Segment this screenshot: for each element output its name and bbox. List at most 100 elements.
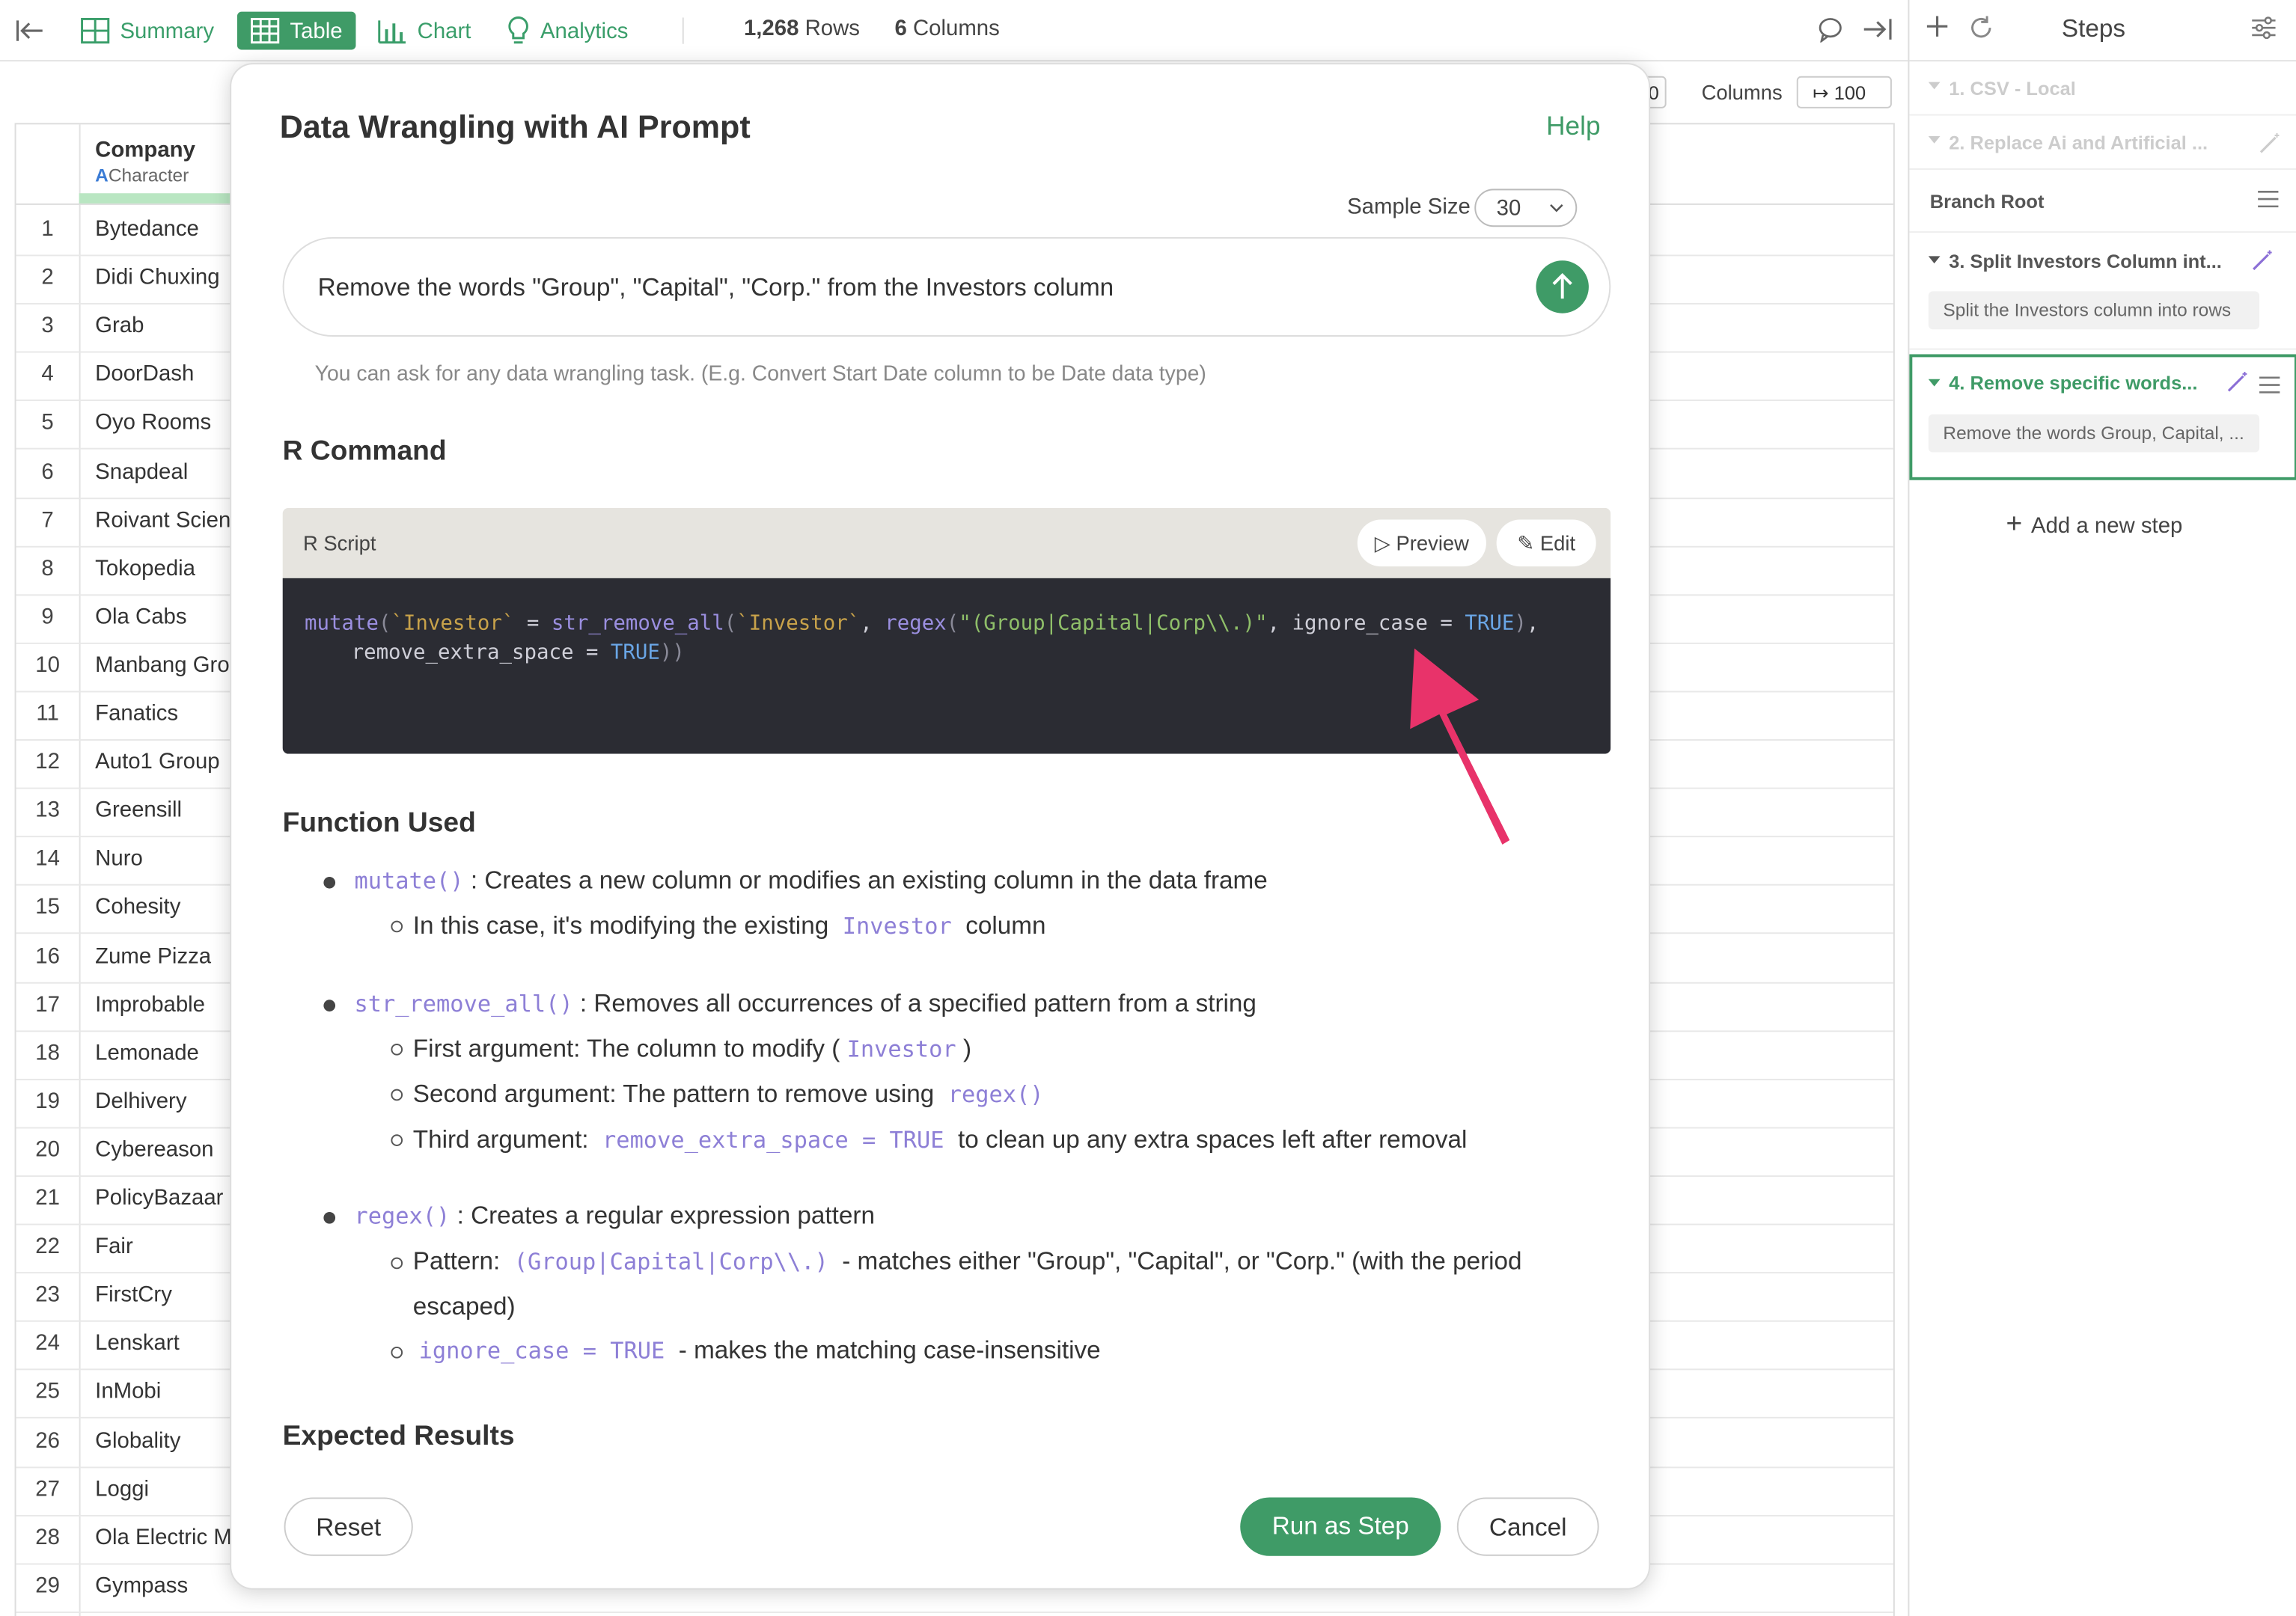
row-number: 4 [41, 361, 54, 388]
prompt-input[interactable]: Remove the words "Group", "Capital", "Co… [282, 236, 1611, 337]
menu-icon[interactable] [2259, 375, 2280, 401]
row-number: 26 [35, 1427, 60, 1453]
step-1[interactable]: 1. CSV - Local [1909, 61, 2296, 116]
mutate-code: mutate() [354, 868, 464, 895]
mutate-detail-post: column [965, 911, 1046, 940]
plus-icon: + [2006, 509, 2023, 540]
company-cell: Loggi [95, 1476, 149, 1502]
r-script-code: mutate(`Investor` = str_remove_all(`Inve… [282, 578, 1611, 754]
caret-down-icon [1928, 135, 1941, 144]
step-2-label: 2. Replace Ai and Artificial ... [1949, 132, 2208, 154]
lightbulb-icon [508, 16, 528, 44]
function-regex: regex() : Creates a regular expression p… [354, 1202, 874, 1231]
company-cell: Gympass [95, 1573, 189, 1599]
row-number: 19 [35, 1089, 60, 1114]
company-cell: Fanatics [95, 701, 179, 726]
column-header-company[interactable]: Company ACharacter [95, 138, 195, 186]
menu-icon[interactable] [2258, 190, 2279, 212]
company-cell: Lenskart [95, 1331, 180, 1356]
column-type: Character [108, 165, 189, 186]
row-number: 27 [35, 1476, 60, 1502]
function-mutate: mutate() : Creates a new column or modif… [354, 866, 1267, 896]
collapse-left-icon[interactable] [15, 12, 55, 50]
dialog-title: Data Wrangling with AI Prompt [279, 108, 751, 145]
tab-chart[interactable]: Chart [378, 12, 471, 50]
step-2[interactable]: 2. Replace Ai and Artificial ... [1909, 116, 2296, 170]
reset-button[interactable]: Reset [284, 1497, 413, 1556]
tab-analytics[interactable]: Analytics [507, 12, 628, 50]
comment-icon[interactable] [1817, 16, 1843, 50]
row-number: 7 [41, 507, 54, 533]
magic-wand-icon[interactable] [2226, 370, 2249, 401]
preview-button[interactable]: ▷ Preview [1357, 519, 1486, 567]
arrow-right-to-bar-icon: ↦ [1813, 82, 1829, 104]
app-window: Summary Table Chart Analytics 1,268 Rows… [0, 0, 2296, 1616]
settings-sliders-icon[interactable] [2250, 15, 2277, 49]
add-step-button[interactable]: + Add a new step [2006, 509, 2183, 542]
row-number: 9 [41, 604, 54, 629]
regex-code: regex() [354, 1203, 451, 1230]
sample-size-select[interactable]: 30 [1474, 189, 1578, 227]
company-cell: InMobi [95, 1379, 162, 1405]
edit-button[interactable]: ✎ Edit [1496, 519, 1596, 567]
company-cell: Globality [95, 1427, 181, 1453]
company-cell: Tokopedia [95, 555, 195, 581]
collapse-right-icon[interactable] [1861, 16, 1893, 50]
sub-bullet [391, 1346, 403, 1359]
bar-chart-icon [378, 20, 406, 44]
company-cell: Zume Pizza [95, 943, 212, 969]
bullet [323, 1000, 336, 1011]
company-cell: Grab [95, 313, 144, 339]
branch-root[interactable]: Branch Root [1909, 170, 2296, 233]
rows-count: 1,268 [743, 16, 799, 41]
company-cell: Nuro [95, 846, 143, 872]
help-link[interactable]: Help [1546, 111, 1600, 142]
steps-header: Steps [1909, 0, 2296, 62]
preview-button-label: Preview [1396, 531, 1469, 555]
row-number: 20 [35, 1136, 60, 1163]
toolbar-divider [682, 17, 684, 44]
plus-icon[interactable] [1926, 13, 1949, 47]
ignore-case-post: - makes the matching case-insensitive [678, 1336, 1101, 1365]
branch-root-label: Branch Root [1929, 190, 2045, 212]
magic-wand-icon [2258, 132, 2281, 159]
tab-table[interactable]: Table [236, 11, 356, 50]
mutate-description: : Creates a new column or modifies an ex… [470, 866, 1268, 895]
expected-results-heading: Expected Results [282, 1421, 515, 1452]
sample-size-label: Sample Size [1347, 195, 1471, 220]
bullet [323, 876, 336, 889]
cancel-button[interactable]: Cancel [1456, 1497, 1599, 1556]
row-number: 18 [35, 1040, 60, 1065]
arg2-code: regex() [947, 1081, 1044, 1109]
prompt-hint: You can ask for any data wrangling task.… [314, 363, 1206, 387]
step-4[interactable]: 4. Remove specific words... Remove the w… [1909, 354, 2296, 480]
company-cell: Lemonade [95, 1040, 199, 1065]
run-as-step-button[interactable]: Run as Step [1240, 1497, 1441, 1556]
sub-bullet [391, 920, 403, 933]
row-number: 16 [35, 943, 60, 969]
send-button[interactable] [1536, 260, 1589, 313]
pattern-code: (Group|Capital|Corp\\.) [513, 1248, 828, 1276]
company-cell: Ola Cabs [95, 604, 187, 629]
row-number: 22 [35, 1234, 60, 1259]
tab-summary[interactable]: Summary [81, 12, 214, 50]
caret-down-icon [1928, 379, 1941, 387]
code-line-2: remove_extra_space = TRUE)) [351, 640, 685, 665]
r-command-heading: R Command [282, 436, 447, 468]
step-3[interactable]: 3. Split Investors Column int... Split t… [1909, 233, 2296, 350]
arg1-pre: First argument: The column to modify ( [412, 1035, 840, 1063]
company-cell: Greensill [95, 798, 182, 823]
str-remove-all-arg3: Third argument: remove_extra_space = TRU… [413, 1126, 1468, 1155]
columns-limit-field[interactable]: ↦ 100 [1796, 76, 1892, 108]
company-cell: Didi Chuxing [95, 265, 220, 290]
rows-label: Rows [804, 16, 860, 41]
edit-icon: ✎ [1517, 531, 1535, 555]
row-number: 11 [36, 701, 59, 726]
company-cell: Oyo Rooms [95, 410, 212, 435]
arg3-pre: Third argument: [412, 1125, 589, 1154]
refresh-icon[interactable] [1968, 15, 1994, 49]
str-remove-all-arg2: Second argument: The pattern to remove u… [413, 1080, 1044, 1110]
magic-wand-icon[interactable] [2250, 249, 2274, 280]
function-used-heading: Function Used [282, 807, 476, 839]
caret-down-icon [1928, 256, 1941, 264]
